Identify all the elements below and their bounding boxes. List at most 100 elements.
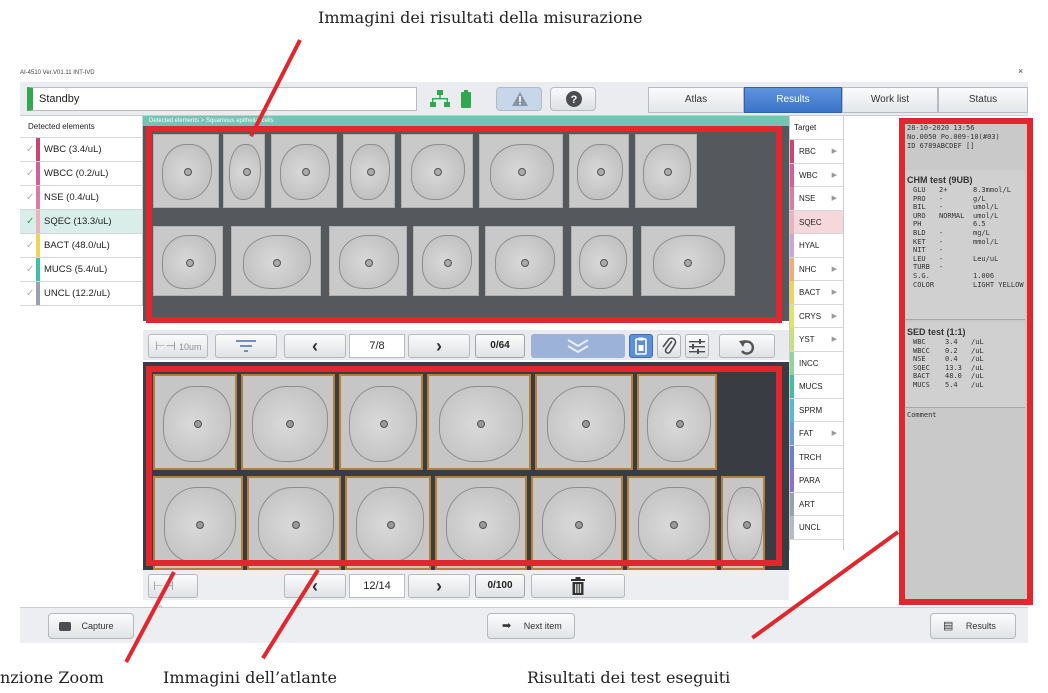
- target-item-label: INCC: [799, 358, 819, 368]
- check-icon[interactable]: ✓: [26, 186, 34, 210]
- svg-text:?: ?: [571, 94, 578, 106]
- target-item[interactable]: SQEC: [790, 210, 843, 234]
- target-item[interactable]: PARA: [790, 469, 843, 493]
- target-item-label: BACT: [799, 288, 821, 297]
- atlas-toolbar: ⊢⊣ 10um ‹ 12/14 › 0/100: [143, 570, 789, 614]
- check-icon[interactable]: ✓: [26, 138, 34, 162]
- status-field: Standby: [27, 87, 417, 111]
- move-down-button[interactable]: [531, 334, 625, 358]
- tab-results[interactable]: Results: [744, 87, 842, 113]
- tab-status[interactable]: Status: [938, 87, 1028, 113]
- target-item[interactable]: MUCS: [790, 375, 843, 399]
- atlas-selection-count: 0/100: [475, 574, 525, 598]
- top-bar: Standby ? Atlas Results Work list Status: [20, 82, 1028, 116]
- target-item[interactable]: NSE ▶: [790, 187, 843, 211]
- filter-icon: [236, 340, 256, 352]
- target-panel: Target RBC ▶ WBC ▶ NSE ▶ SQEC HYAL NHC ▶ BACT ▶ CRYS…: [789, 116, 844, 550]
- capture-button[interactable]: Capture: [48, 613, 134, 639]
- attach-button[interactable]: [657, 334, 681, 358]
- color-tag: [790, 516, 794, 539]
- prev-page-button[interactable]: ‹: [284, 334, 346, 358]
- next-page-button[interactable]: ›: [408, 334, 470, 358]
- detected-item[interactable]: ✓ WBC (3.4/uL): [20, 138, 142, 162]
- check-icon[interactable]: ✓: [26, 210, 34, 234]
- detected-item[interactable]: ✓ SQEC (13.3/uL): [20, 210, 142, 234]
- help-button[interactable]: ?: [550, 87, 596, 111]
- tab-work-list[interactable]: Work list: [842, 87, 938, 113]
- bottom-bar: Capture ➡ Next item ▤ Results: [20, 607, 1028, 643]
- detected-item-label: SQEC (13.3/uL): [44, 216, 112, 227]
- detected-item[interactable]: ✓ WBCC (0.2/uL): [20, 162, 142, 186]
- detected-item-label: UNCL (12.2/uL): [44, 288, 111, 299]
- detected-item[interactable]: ✓ BACT (48.0/uL): [20, 234, 142, 258]
- detected-item-label: WBC (3.4/uL): [44, 144, 102, 155]
- camera-icon: [59, 622, 71, 632]
- target-item[interactable]: INCC: [790, 351, 843, 375]
- target-item-label: WBC: [799, 170, 818, 180]
- color-tag: [790, 234, 794, 257]
- color-tag: [36, 138, 40, 161]
- color-tag: [790, 422, 794, 445]
- target-item-label: CRYS: [799, 311, 822, 321]
- color-tag: [36, 186, 40, 209]
- zoom-scale-button[interactable]: ⊢⊣ 10um: [148, 334, 208, 358]
- color-tag: [790, 304, 794, 328]
- target-item[interactable]: YST ▶: [790, 328, 843, 352]
- next-item-button[interactable]: ➡ Next item: [487, 613, 575, 639]
- color-tag: [790, 163, 794, 187]
- color-tag: [36, 282, 40, 305]
- target-item-label: NHC: [799, 264, 817, 274]
- detected-item[interactable]: ✓ UNCL (12.2/uL): [20, 282, 142, 306]
- target-item[interactable]: UNCL: [790, 516, 843, 540]
- atlas-next-page-button[interactable]: ›: [408, 574, 470, 598]
- results-button[interactable]: ▤ Results: [930, 613, 1016, 639]
- clipboard-button[interactable]: [629, 334, 653, 358]
- detected-item[interactable]: ✓ NSE (0.4/uL): [20, 186, 142, 210]
- undo-button[interactable]: [719, 334, 775, 358]
- detected-item-label: WBCC (0.2/uL): [44, 168, 109, 179]
- check-icon[interactable]: ✓: [26, 234, 34, 258]
- target-item[interactable]: RBC ▶: [790, 140, 843, 164]
- target-item[interactable]: WBC ▶: [790, 163, 843, 187]
- color-tag: [790, 140, 794, 163]
- highlight-test-results: [899, 118, 1033, 605]
- target-item-label: SPRM: [799, 405, 823, 415]
- filter-button[interactable]: [215, 334, 277, 358]
- tab-atlas[interactable]: Atlas: [648, 87, 744, 113]
- target-item-label: ART: [799, 499, 815, 509]
- target-item[interactable]: TRCH: [790, 445, 843, 469]
- target-item[interactable]: SPRM: [790, 398, 843, 422]
- close-icon[interactable]: ×: [1018, 66, 1023, 76]
- highlight-atlas-images: [146, 366, 782, 566]
- atlas-page-indicator: 12/14: [349, 574, 405, 598]
- target-item[interactable]: CRYS ▶: [790, 304, 843, 328]
- target-item-label: YST: [799, 335, 815, 344]
- color-tag: [36, 162, 40, 185]
- warning-button[interactable]: [496, 87, 542, 111]
- capture-label: Capture: [81, 621, 114, 631]
- check-icon[interactable]: ✓: [26, 282, 34, 306]
- target-item-label: SQEC: [799, 217, 822, 227]
- trash-icon: [571, 577, 585, 595]
- battery-icon: [461, 90, 471, 108]
- target-item[interactable]: HYAL: [790, 234, 843, 258]
- chevron-right-icon: ▶: [831, 148, 837, 155]
- breadcrumb: Detected elements > Squamous epithelial …: [143, 116, 789, 126]
- check-icon[interactable]: ✓: [26, 258, 34, 282]
- color-tag: [790, 398, 794, 422]
- settings-button[interactable]: [685, 334, 709, 358]
- chevron-right-icon: ▶: [831, 265, 837, 273]
- target-item[interactable]: FAT ▶: [790, 422, 843, 446]
- target-item[interactable]: BACT ▶: [790, 281, 843, 305]
- target-item[interactable]: NHC ▶: [790, 257, 843, 281]
- double-chevron-down-icon: [567, 339, 589, 354]
- chevron-right-icon: ▶: [831, 289, 837, 296]
- detected-elements-panel: Detected elements ✓ WBC (3.4/uL) ✓ WBCC (0.…: [20, 116, 143, 306]
- detected-item[interactable]: ✓ MUCS (5.4/uL): [20, 258, 142, 282]
- check-icon[interactable]: ✓: [26, 162, 34, 186]
- chevron-right-icon: ›: [436, 336, 442, 356]
- color-tag: [790, 469, 794, 492]
- warning-icon: [512, 92, 528, 106]
- delete-button[interactable]: [531, 574, 625, 598]
- target-item[interactable]: ART: [790, 492, 843, 516]
